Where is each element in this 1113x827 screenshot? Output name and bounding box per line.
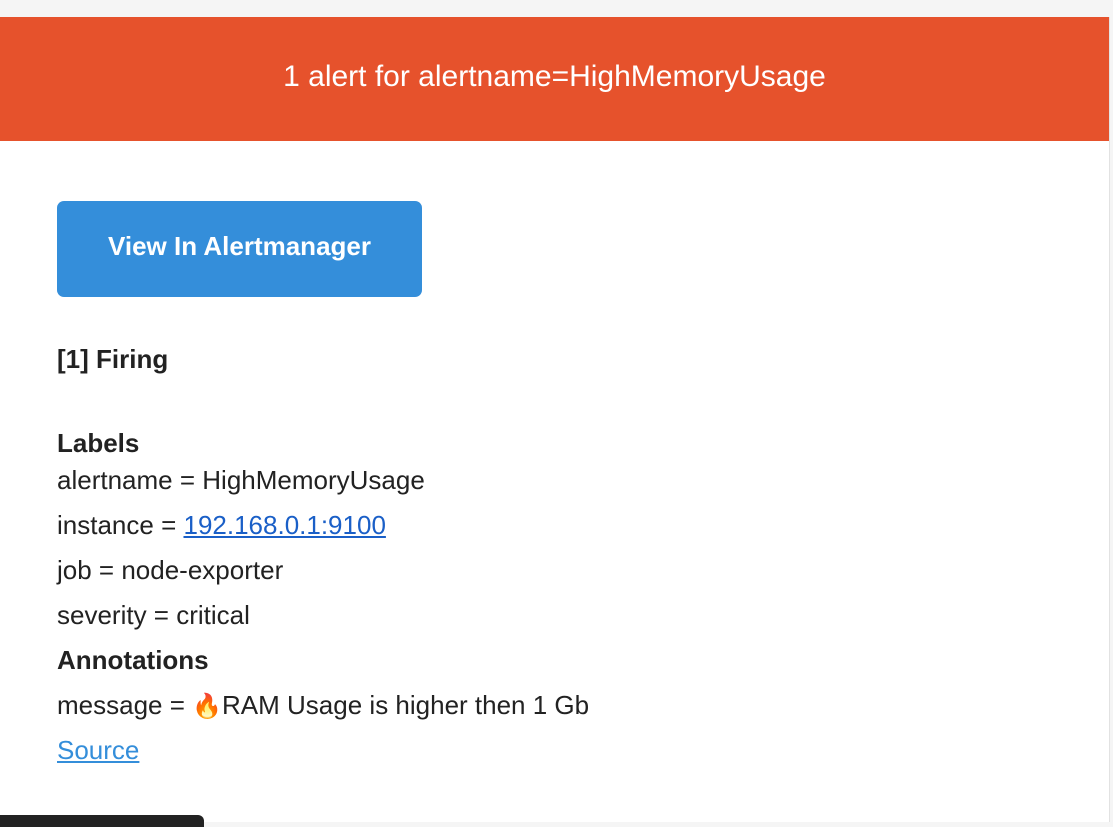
view-in-alertmanager-button[interactable]: View In Alertmanager <box>57 201 422 297</box>
label-separator: = <box>91 555 122 585</box>
alert-content: View In Alertmanager [1] Firing Labels a… <box>0 141 1109 773</box>
label-key: alertname <box>57 465 173 495</box>
instance-link[interactable]: 192.168.0.1:9100 <box>183 510 385 540</box>
alert-header: 1 alert for alertname=HighMemoryUsage <box>0 17 1109 141</box>
annotations-heading: Annotations <box>57 645 209 675</box>
label-key: job <box>57 555 92 585</box>
label-key: severity <box>57 600 147 630</box>
annotation-value: RAM Usage is higher then 1 Gb <box>222 690 590 720</box>
tooltip-edge <box>0 815 204 827</box>
source-link[interactable]: Source <box>57 735 139 765</box>
annotation-row-message: message = 🔥RAM Usage is higher then 1 Gb <box>57 683 1109 728</box>
annotation-key: message <box>57 690 163 720</box>
labels-heading: Labels <box>57 428 140 458</box>
label-row-job: job = node-exporter <box>57 548 1109 593</box>
label-separator: = <box>146 600 177 630</box>
alert-header-title: 1 alert for alertname=HighMemoryUsage <box>283 60 826 93</box>
source-row: Source <box>57 728 1109 773</box>
fire-icon: 🔥 <box>192 692 223 720</box>
label-value: HighMemoryUsage <box>202 465 425 495</box>
label-row-severity: severity = critical <box>57 593 1109 638</box>
label-value: critical <box>176 600 250 630</box>
label-separator: = <box>153 510 184 540</box>
alert-email-card: 1 alert for alertname=HighMemoryUsage Vi… <box>0 17 1110 822</box>
firing-heading: [1] Firing <box>57 344 169 374</box>
label-key: instance <box>57 510 154 540</box>
label-value: node-exporter <box>121 555 284 585</box>
label-separator: = <box>172 465 203 495</box>
label-row-instance: instance = 192.168.0.1:9100 <box>57 503 1109 548</box>
annotation-separator: = <box>162 690 193 720</box>
label-row-alertname: alertname = HighMemoryUsage <box>57 458 1109 503</box>
